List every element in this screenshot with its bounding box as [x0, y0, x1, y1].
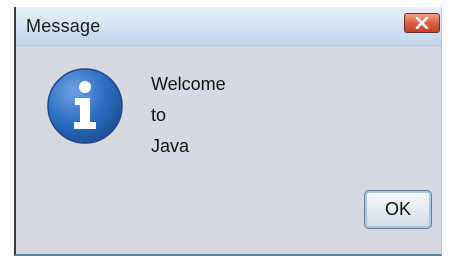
close-button[interactable]: [404, 13, 440, 33]
info-icon: [47, 68, 123, 144]
window-title: Message: [26, 16, 101, 36]
ok-button[interactable]: OK: [364, 190, 432, 229]
message-text: Welcome to Java: [151, 69, 226, 162]
message-dialog: Message Welcome to Java OK: [14, 7, 442, 256]
title-bar[interactable]: Message: [16, 7, 441, 46]
message-line: to: [151, 105, 167, 125]
message-line: Welcome: [151, 74, 226, 94]
message-line: Java: [151, 136, 190, 156]
close-icon: [415, 17, 429, 29]
